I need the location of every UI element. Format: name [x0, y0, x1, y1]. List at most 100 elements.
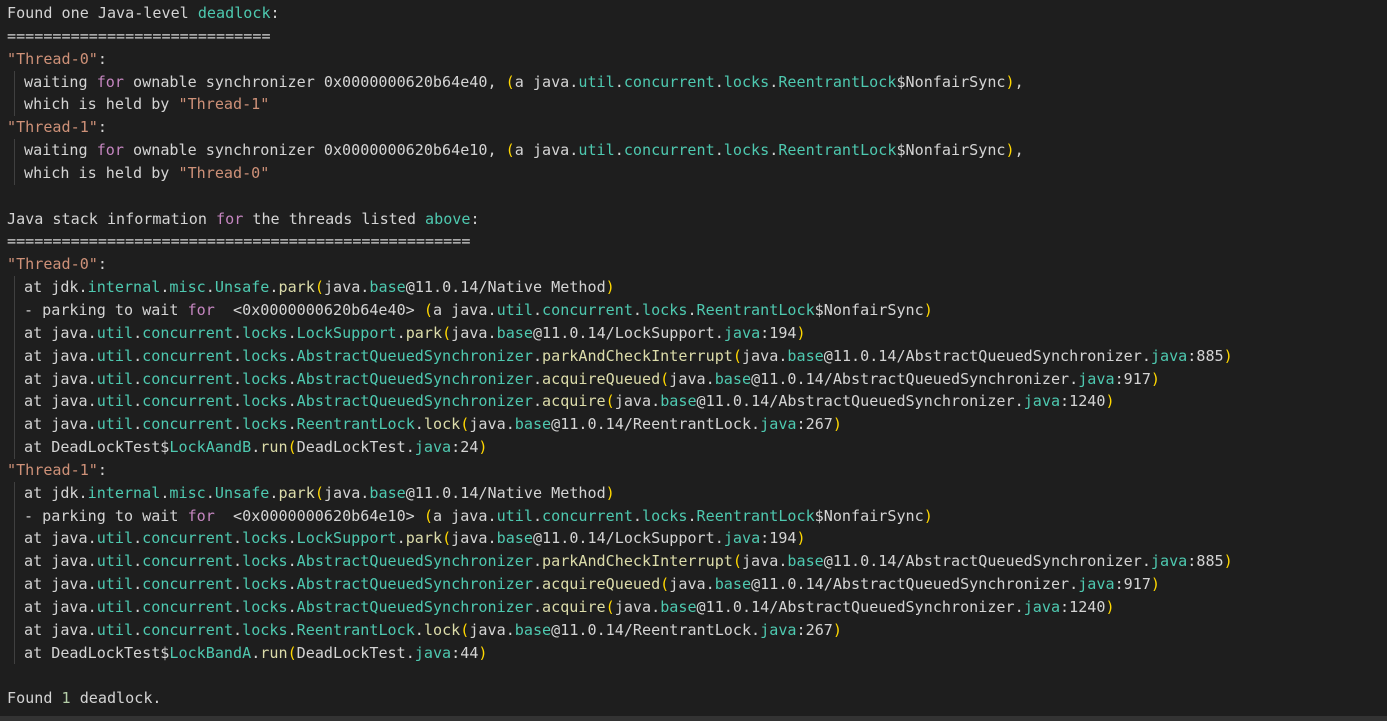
- code-token: @11.0.14/Native Method: [405, 483, 606, 502]
- code-token: concurrent: [142, 346, 234, 365]
- code-token: .: [233, 415, 243, 434]
- terminal-line: "Thread-0":: [7, 48, 1387, 71]
- code-token: :194: [760, 529, 797, 548]
- code-token: concurrent: [542, 300, 633, 319]
- code-token: LockAandB: [169, 438, 252, 457]
- code-token: (: [442, 529, 452, 548]
- code-token: concurrent: [142, 597, 234, 616]
- code-token: .: [233, 323, 243, 342]
- code-token: LockSupport: [296, 529, 397, 548]
- code-token: acquire: [542, 392, 606, 411]
- code-token: java: [760, 620, 797, 639]
- code-token: for: [187, 506, 215, 525]
- code-token: ReentrantLock: [296, 620, 415, 639]
- code-token: locks: [242, 369, 288, 388]
- code-token: .: [769, 141, 779, 160]
- code-token: for: [96, 72, 124, 91]
- code-token: ): [796, 323, 806, 342]
- code-token: "Thread-0": [178, 163, 270, 182]
- code-token: at java.: [24, 529, 97, 548]
- code-token: which is held by: [24, 163, 179, 182]
- code-token: @11.0.14/AbstractQueuedSynchronizer.: [823, 346, 1151, 365]
- code-token: at DeadLockTest$: [24, 438, 170, 457]
- code-token: (: [287, 643, 297, 662]
- code-token: .: [287, 392, 297, 411]
- code-token: .: [233, 392, 243, 411]
- code-token: ,: [1014, 141, 1024, 160]
- code-token: java.: [669, 369, 715, 388]
- code-token: ): [478, 643, 488, 662]
- code-token: at java.: [24, 620, 97, 639]
- code-token: Unsafe: [214, 278, 270, 297]
- code-token: base: [714, 369, 752, 388]
- code-token: "Thread-0": [7, 255, 98, 274]
- code-token: util: [96, 346, 134, 365]
- code-token: util: [96, 529, 134, 548]
- terminal-line: at java.util.concurrent.locks.AbstractQu…: [14, 390, 1387, 414]
- code-token: .: [287, 552, 297, 571]
- code-token: ReentrantLock: [696, 300, 815, 319]
- code-token: .: [532, 346, 543, 365]
- code-token: misc: [169, 483, 206, 502]
- code-token: .: [532, 369, 543, 388]
- code-token: @11.0.14/Native Method: [405, 278, 606, 297]
- code-token: locks: [723, 141, 770, 160]
- code-token: locks: [642, 300, 688, 319]
- code-token: run: [260, 643, 288, 662]
- code-token: ): [1150, 369, 1161, 388]
- code-token: AbstractQueuedSynchronizer: [296, 575, 533, 594]
- code-token: .: [287, 346, 297, 365]
- code-token: DeadLockTest.: [296, 438, 415, 457]
- code-token: .: [632, 506, 642, 525]
- code-token: java.: [614, 597, 661, 616]
- terminal-line: at jdk.internal.misc.Unsafe.park(java.ba…: [14, 276, 1387, 299]
- code-token: .: [133, 323, 143, 342]
- code-token: .: [133, 597, 143, 616]
- code-token: .: [532, 597, 543, 616]
- code-token: AbstractQueuedSynchronizer: [296, 346, 533, 365]
- code-token: .: [233, 346, 243, 365]
- code-token: 1: [61, 689, 71, 708]
- scrollbar-track[interactable]: [0, 716, 1387, 721]
- terminal-line: Found 1 deadlock.: [7, 687, 1387, 710]
- code-token: .: [532, 392, 543, 411]
- code-token: ,: [1014, 72, 1024, 91]
- code-token: java: [1023, 392, 1061, 411]
- terminal-line: waiting for ownable synchronizer 0x00000…: [14, 139, 1387, 162]
- code-token: util: [96, 597, 134, 616]
- code-token: ): [1223, 552, 1233, 571]
- code-token: locks: [242, 323, 288, 342]
- code-token: base: [369, 483, 406, 502]
- code-token: deadlock.: [70, 689, 162, 708]
- code-token: at java.: [24, 369, 97, 388]
- code-token: (: [314, 483, 324, 502]
- code-token: locks: [242, 552, 288, 571]
- code-token: "Thread-1": [7, 118, 98, 137]
- code-token: (: [660, 575, 670, 594]
- code-token: @11.0.14/AbstractQueuedSynchronizer.: [751, 369, 1079, 388]
- code-token: java.: [451, 323, 497, 342]
- code-token: :1240: [1060, 597, 1106, 616]
- code-token: locks: [723, 72, 770, 91]
- code-token: ): [1005, 72, 1015, 91]
- terminal-line: Java stack information for the threads l…: [7, 208, 1387, 231]
- code-token: util: [496, 300, 533, 319]
- code-token: java.: [323, 483, 370, 502]
- code-token: misc: [169, 278, 206, 297]
- code-token: :885: [1187, 552, 1224, 571]
- code-token: :44: [451, 643, 479, 662]
- code-token: java.: [451, 529, 497, 548]
- code-token: .: [614, 72, 624, 91]
- code-token: at java.: [24, 415, 97, 434]
- code-token: ): [1150, 575, 1161, 594]
- code-token: (: [660, 369, 670, 388]
- code-token: .: [414, 620, 424, 639]
- code-token: for: [187, 300, 215, 319]
- code-token: at java.: [24, 552, 97, 571]
- code-token: park: [405, 529, 443, 548]
- code-token: .: [269, 483, 279, 502]
- code-token: at jdk.: [24, 278, 88, 297]
- terminal-output[interactable]: Found one Java-level deadlock: ==========…: [0, 0, 1387, 716]
- code-token: a java.: [432, 506, 497, 525]
- code-token: .: [614, 141, 624, 160]
